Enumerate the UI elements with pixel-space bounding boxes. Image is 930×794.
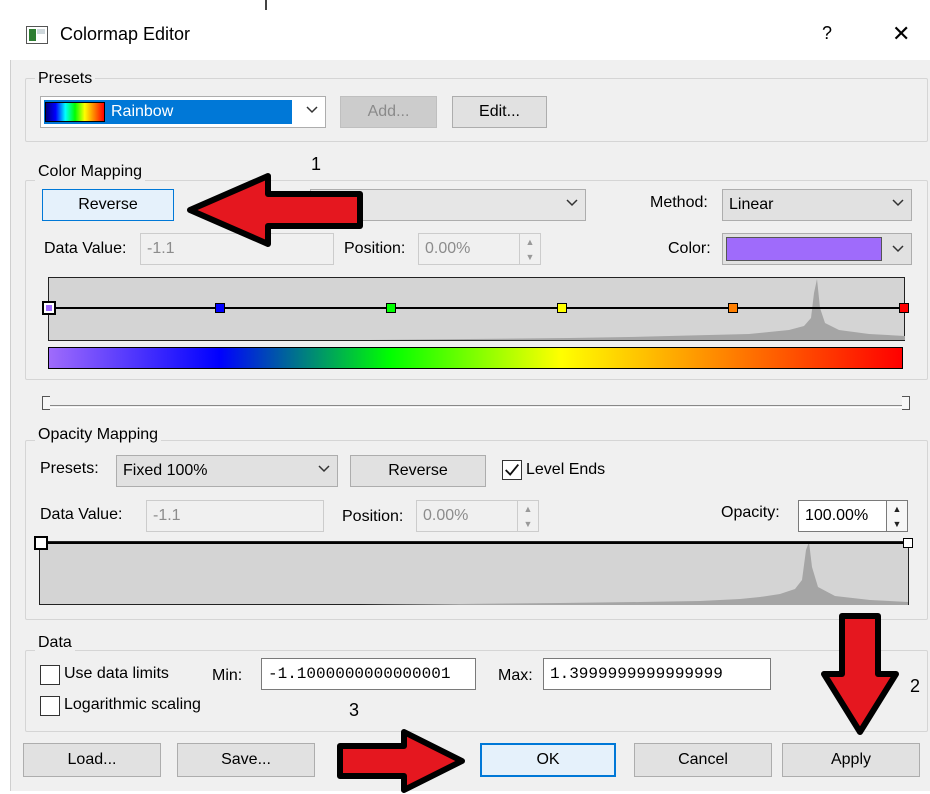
color-node-selected[interactable] — [42, 301, 56, 315]
color-node[interactable] — [899, 303, 909, 313]
opacity-position-field[interactable]: 0.00% — [416, 500, 520, 532]
opacity-position-value: 0.00% — [423, 507, 469, 524]
color-function-line — [49, 307, 906, 309]
window-title: Colormap Editor — [60, 24, 191, 44]
opacity-node-end[interactable] — [903, 538, 913, 548]
level-ends-checkbox[interactable] — [502, 460, 522, 480]
presets-selected-value: Rainbow — [111, 103, 174, 120]
method-label: Method: — [650, 194, 708, 211]
opacity-reverse-button[interactable]: Reverse — [350, 455, 486, 487]
color-picker-button[interactable] — [722, 233, 912, 265]
chevron-down-icon — [306, 106, 318, 114]
data-group-label: Data — [35, 634, 75, 652]
range-slider[interactable] — [42, 396, 910, 410]
range-slider-min-handle[interactable] — [42, 396, 50, 410]
opacity-presets-label: Presets: — [40, 460, 99, 477]
data-group — [25, 650, 928, 732]
method-combo[interactable]: Linear — [722, 189, 912, 221]
spin-up-icon[interactable]: ▲ — [887, 501, 907, 516]
color-reverse-button[interactable]: Reverse — [42, 189, 174, 221]
opacity-mapping-group-label: Opacity Mapping — [35, 426, 162, 444]
annotation-number-1: 1 — [311, 154, 322, 174]
opacity-data-value-field[interactable]: -1.1 — [146, 500, 324, 532]
min-field[interactable]: -1.1000000000000001 — [261, 658, 476, 690]
spin-down-icon[interactable]: ▼ — [518, 516, 538, 531]
color-node[interactable] — [386, 303, 396, 313]
use-data-limits-checkbox[interactable] — [40, 665, 60, 685]
color-histogram — [369, 279, 905, 340]
save-button[interactable]: Save... — [177, 743, 315, 777]
max-label: Max: — [498, 667, 533, 684]
opacity-position-label: Position: — [342, 508, 404, 525]
opacity-function-line — [40, 542, 910, 544]
top-edge-mark — [265, 0, 267, 10]
color-node[interactable] — [557, 303, 567, 313]
presets-group-label: Presets — [35, 70, 96, 88]
annotation-number-3: 3 — [349, 700, 360, 720]
ok-button[interactable]: OK — [480, 743, 616, 777]
opacity-value-field[interactable]: 100.00% — [798, 500, 888, 532]
logarithmic-scaling-label: Logarithmic scaling — [64, 696, 201, 713]
min-label: Min: — [212, 667, 243, 684]
checkmark-icon — [505, 464, 519, 476]
edit-preset-button[interactable]: Edit... — [452, 96, 547, 128]
chevron-down-icon — [318, 465, 330, 473]
load-button[interactable]: Load... — [23, 743, 161, 777]
opacity-value: 100.00% — [805, 507, 869, 524]
opacity-label: Opacity: — [721, 504, 780, 521]
title-bar: Colormap Editor ? ✕ — [10, 10, 930, 60]
help-button[interactable]: ? — [822, 23, 832, 44]
opacity-presets-value: Fixed 100% — [123, 462, 208, 479]
annotation-arrow-left-icon — [187, 173, 363, 247]
color-mapping-group-label: Color Mapping — [35, 163, 146, 181]
colorbar-gradient — [48, 347, 903, 369]
spin-up-icon[interactable]: ▲ — [518, 501, 538, 516]
annotation-arrow-right-icon — [337, 729, 465, 793]
spin-down-icon[interactable]: ▼ — [520, 249, 540, 264]
max-value: 1.3999999999999999 — [550, 665, 723, 683]
level-ends-label: Level Ends — [526, 461, 606, 478]
color-data-value: -1.1 — [147, 240, 175, 257]
color-position-spinner[interactable]: ▲ ▼ — [519, 233, 541, 265]
color-label: Color: — [668, 240, 711, 257]
rainbow-swatch-icon — [45, 102, 105, 122]
range-slider-max-handle[interactable] — [902, 396, 910, 410]
use-data-limits-label: Use data limits — [64, 665, 169, 682]
chevron-down-icon — [566, 199, 578, 207]
annotation-number-2: 2 — [910, 676, 921, 696]
spin-down-icon[interactable]: ▼ — [887, 516, 907, 531]
color-data-value-label: Data Value: — [44, 240, 127, 257]
opacity-position-spinner[interactable]: ▲ ▼ — [517, 500, 539, 532]
method-value: Linear — [729, 196, 774, 213]
opacity-histogram — [360, 542, 908, 605]
color-transfer-editor[interactable] — [42, 277, 909, 341]
apply-button[interactable]: Apply — [782, 743, 920, 777]
presets-combo[interactable]: Rainbow — [40, 96, 326, 128]
color-node[interactable] — [215, 303, 225, 313]
color-swatch — [726, 237, 882, 261]
app-icon — [26, 26, 48, 44]
annotation-arrow-down-icon — [821, 613, 899, 735]
opacity-transfer-editor[interactable] — [34, 536, 913, 605]
opacity-node-start[interactable] — [34, 536, 48, 550]
max-field[interactable]: 1.3999999999999999 — [543, 658, 771, 690]
opacity-data-value: -1.1 — [153, 507, 181, 524]
opacity-data-value-label: Data Value: — [40, 506, 123, 523]
logarithmic-scaling-checkbox[interactable] — [40, 696, 60, 716]
cancel-button[interactable]: Cancel — [634, 743, 772, 777]
chevron-down-icon — [892, 199, 904, 207]
close-button[interactable]: ✕ — [892, 21, 910, 47]
spin-up-icon[interactable]: ▲ — [520, 234, 540, 249]
opacity-presets-combo[interactable]: Fixed 100% — [116, 455, 338, 487]
color-node[interactable] — [728, 303, 738, 313]
color-position-field[interactable]: 0.00% — [418, 233, 522, 265]
chevron-down-icon — [892, 245, 904, 253]
add-preset-button[interactable]: Add... — [340, 96, 437, 128]
opacity-spinner[interactable]: ▲ ▼ — [886, 500, 908, 532]
min-value: -1.1000000000000001 — [268, 665, 451, 683]
color-position-value: 0.00% — [425, 240, 471, 257]
